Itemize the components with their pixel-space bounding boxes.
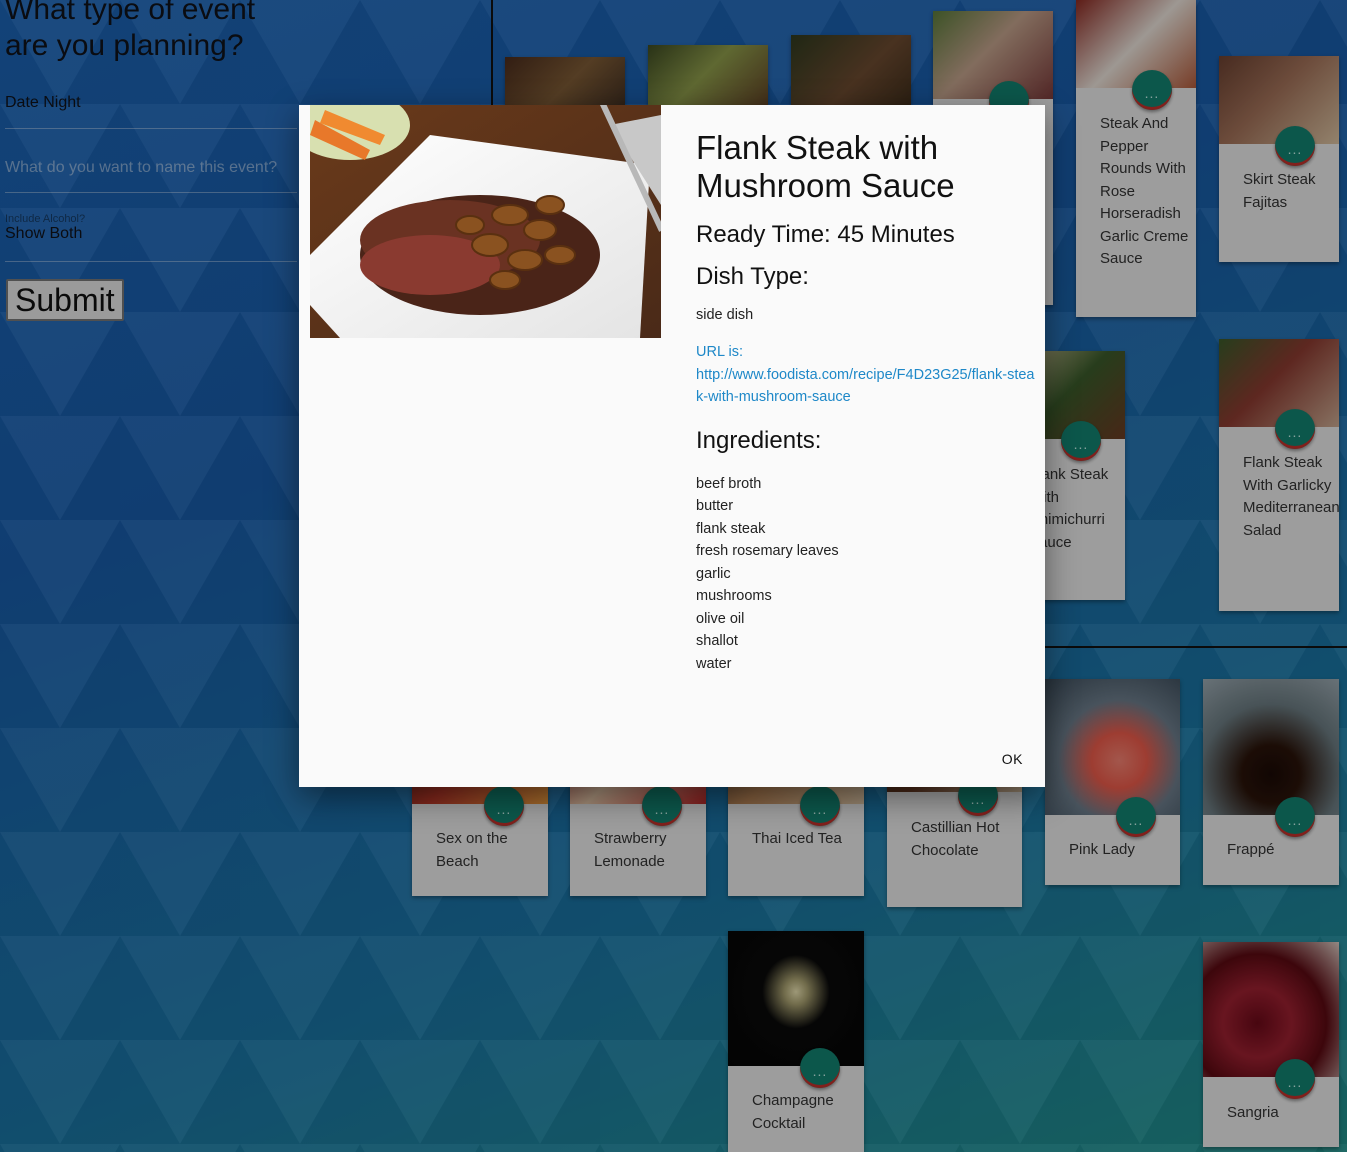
recipe-detail-dialog: Flank Steak with Mushroom Sauce Ready Ti… [299,105,1045,787]
recipe-url-block: URL is: http://www.foodista.com/recipe/F… [696,341,1036,409]
ingredient-item: shallot [696,633,738,649]
ingredients-list: beef broth butter flank steak fresh rose… [696,473,1036,676]
ready-time: Ready Time: 45 Minutes [696,221,955,248]
recipe-title: Flank Steak with Mushroom Sauce [696,129,955,204]
recipe-url-link[interactable]: http://www.foodista.com/recipe/F4D23G25/… [696,367,1035,406]
recipe-detail-content: Flank Steak with Mushroom Sauce Ready Ti… [696,129,1036,675]
ingredient-item: beef broth [696,475,762,492]
ingredient-item: garlic [696,565,731,582]
url-label: URL is: [696,344,743,360]
ingredient-item: fresh rosemary leaves [696,543,839,559]
recipe-detail-image [310,105,661,338]
ingredient-item: water [696,655,732,672]
ingredient-item: olive oil [696,610,745,627]
dish-type-value: side dish [696,307,754,323]
ingredient-item: butter [696,498,734,514]
ingredient-item: mushrooms [696,588,772,604]
dish-type-heading: Dish Type: [696,263,809,290]
ingredients-heading: Ingredients: [696,426,822,454]
ok-button[interactable]: OK [994,747,1031,771]
ingredient-item: flank steak [696,520,766,537]
